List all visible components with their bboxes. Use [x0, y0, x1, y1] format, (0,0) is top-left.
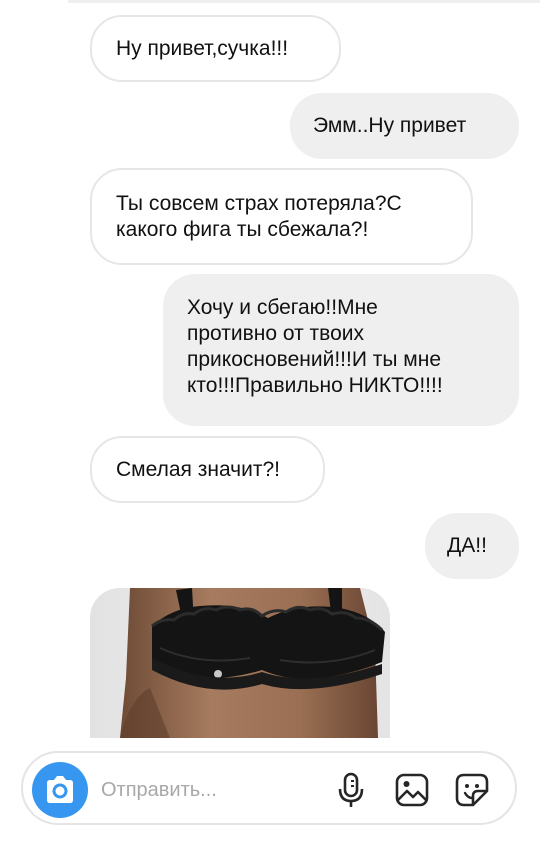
message-incoming[interactable]: Смелая значит?!	[90, 436, 325, 503]
camera-button[interactable]	[32, 762, 88, 818]
message-input[interactable]	[101, 775, 301, 805]
message-composer	[21, 751, 517, 825]
header-divider	[68, 0, 540, 3]
gallery-button[interactable]	[393, 771, 431, 809]
message-outgoing[interactable]: ДА!!	[425, 513, 519, 579]
sticker-icon	[455, 773, 489, 807]
photo-message[interactable]	[90, 588, 390, 738]
camera-icon	[47, 776, 73, 803]
gallery-icon	[395, 773, 429, 807]
message-outgoing[interactable]: Эмм..Ну привет	[290, 93, 519, 159]
microphone-button[interactable]	[332, 771, 370, 809]
message-incoming[interactable]: Ты совсем страх потеряла?С какого фига т…	[90, 168, 473, 265]
sticker-button[interactable]	[453, 771, 491, 809]
message-outgoing[interactable]: Хочу и сбегаю!!Мне противно от твоих при…	[163, 274, 519, 426]
microphone-icon	[338, 772, 364, 807]
message-incoming[interactable]: Ну привет,сучка!!!	[90, 15, 341, 82]
chat-screen: Ну привет,сучка!!! Эмм..Ну привет Ты сов…	[0, 0, 540, 848]
photo-lingerie-icon	[90, 588, 390, 738]
